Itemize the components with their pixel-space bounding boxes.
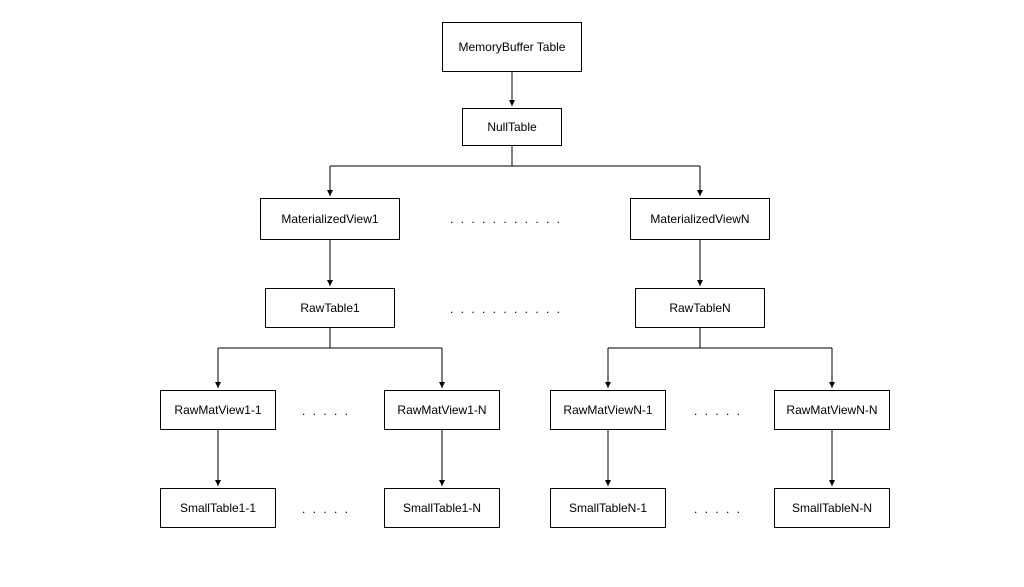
dots-rmv-left: . . . . . <box>302 404 350 418</box>
node-rawmatview-n-1: RawMatViewN-1 <box>550 390 666 430</box>
dots-rmv-right: . . . . . <box>694 404 742 418</box>
node-rawmatview-1-1: RawMatView1-1 <box>160 390 276 430</box>
node-small-table-1-1: SmallTable1-1 <box>160 488 276 528</box>
dots-raw-row: . . . . . . . . . . . <box>450 302 562 316</box>
node-rawmatview-n-n: RawMatViewN-N <box>774 390 890 430</box>
node-raw-table-1: RawTable1 <box>265 288 395 328</box>
dots-smalltable-right: . . . . . <box>694 502 742 516</box>
node-materialized-view-n: MaterializedViewN <box>630 198 770 240</box>
node-null-table: NullTable <box>462 108 562 146</box>
node-rawmatview-1-n: RawMatView1-N <box>384 390 500 430</box>
node-materialized-view-1: MaterializedView1 <box>260 198 400 240</box>
node-small-table-n-1: SmallTableN-1 <box>550 488 666 528</box>
node-raw-table-n: RawTableN <box>635 288 765 328</box>
dots-smalltable-left: . . . . . <box>302 502 350 516</box>
diagram-stage: { "nodes": { "root": "MemoryBuffer Table… <box>0 0 1024 587</box>
node-memorybuffer-table: MemoryBuffer Table <box>442 22 582 72</box>
node-small-table-n-n: SmallTableN-N <box>774 488 890 528</box>
dots-mv-row: . . . . . . . . . . . <box>450 212 562 226</box>
node-small-table-1-n: SmallTable1-N <box>384 488 500 528</box>
